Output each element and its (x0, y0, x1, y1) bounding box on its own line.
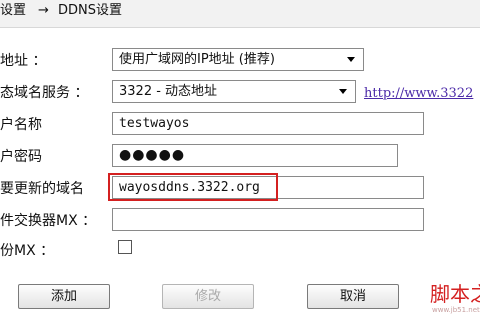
mx-input[interactable] (112, 208, 424, 231)
wan-address-select[interactable]: 使用广域网的IP地址 (推荐) (112, 48, 364, 71)
backup-mx-checkbox[interactable] (118, 240, 132, 254)
watermark-logo: 脚本之 (430, 282, 480, 306)
password-input[interactable]: ●●●●● (112, 144, 398, 167)
ddns-service-select[interactable]: 3322 - 动态地址 (112, 80, 356, 103)
wan-address-value: 使用广域网的IP地址 (推荐) (119, 52, 275, 67)
username-label: 户名称 (0, 117, 42, 133)
mx-label: 件交换器MX ： (0, 213, 97, 229)
wan-address-label: 地址 ： (0, 53, 47, 69)
add-button[interactable]: 添加 (18, 284, 110, 309)
chevron-down-icon (347, 57, 355, 62)
ddns-provider-link[interactable]: http://www.3322 (364, 86, 473, 101)
ddns-service-label: 态域名服务 ： (0, 85, 89, 101)
chevron-down-icon (339, 89, 347, 94)
breadcrumb-arrow: → (38, 3, 49, 18)
breadcrumb: 设置 → DDNS设置 (0, 0, 480, 28)
watermark-url: www.jb51.net (432, 306, 480, 314)
username-input[interactable]: testwayos (112, 112, 424, 135)
backup-mx-label: 份MX ： (0, 243, 55, 259)
cancel-button[interactable]: 取消 (307, 284, 399, 309)
domain-label: 要更新的域名 (0, 181, 84, 197)
breadcrumb-current: DDNS设置 (58, 3, 122, 18)
breadcrumb-parent: 设置 (0, 3, 27, 18)
domain-highlight-box (108, 173, 278, 201)
modify-button[interactable]: 修改 (162, 284, 254, 309)
password-label: 户密码 (0, 149, 42, 165)
ddns-service-value: 3322 - 动态地址 (119, 84, 218, 99)
